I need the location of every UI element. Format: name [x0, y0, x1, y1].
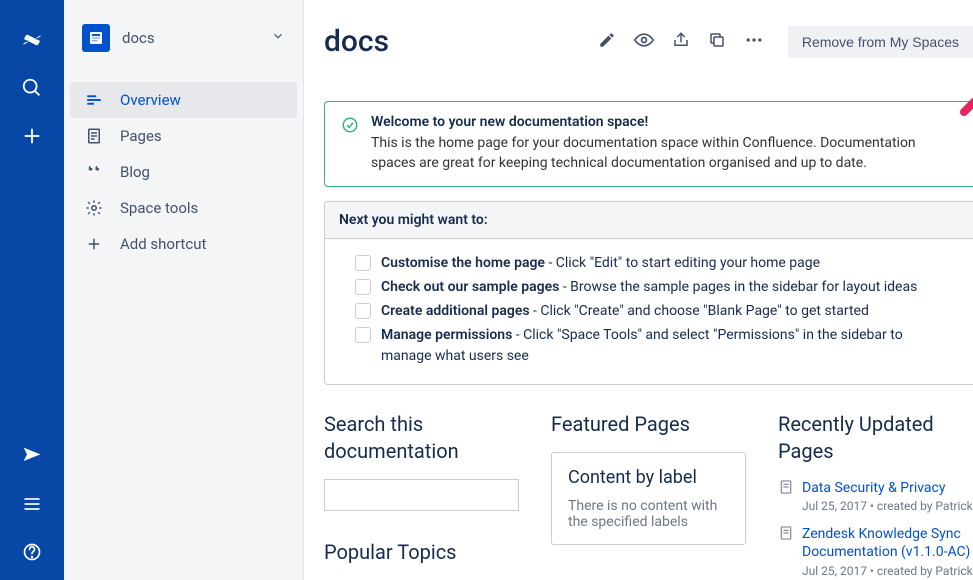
welcome-panel: Welcome to your new documentation space!… [324, 101, 973, 187]
featured-card: Content by label There is no content wit… [551, 452, 746, 545]
help-icon[interactable] [12, 532, 52, 572]
nav-label: Space tools [120, 199, 198, 217]
nav-blog[interactable]: Blog [64, 154, 303, 190]
checkbox[interactable] [355, 327, 371, 343]
featured-card-title: Content by label [568, 467, 729, 488]
space-name: docs [122, 29, 271, 47]
doc-search-input[interactable] [324, 479, 519, 511]
nav-add-shortcut[interactable]: Add shortcut [64, 226, 303, 262]
recent-link[interactable]: Data Security & Privacy [802, 480, 946, 496]
recent-meta: Jul 25, 2017 • created by Patrick [802, 564, 973, 578]
watch-icon[interactable] [634, 30, 654, 54]
pages-icon [82, 127, 106, 145]
nav-label: Pages [120, 127, 162, 145]
feedback-icon[interactable] [12, 436, 52, 476]
checkbox[interactable] [355, 279, 371, 295]
copy-icon[interactable] [708, 31, 726, 53]
confluence-icon[interactable] [12, 20, 52, 60]
nav-label: Overview [120, 91, 181, 109]
page-actions: Remove from My Spaces [598, 26, 973, 58]
featured-column: Featured Pages Content by label There is… [551, 411, 746, 580]
checkbox[interactable] [355, 255, 371, 271]
todo-item: Create additional pages - Click "Create"… [355, 301, 943, 321]
blog-icon [82, 163, 106, 181]
gear-icon [82, 199, 106, 217]
page-title: docs [324, 24, 598, 59]
check-circle-icon [341, 116, 359, 174]
space-sidebar: docs Overview Pages B [64, 0, 304, 580]
add-icon[interactable] [12, 116, 52, 156]
todo-item: Customise the home page - Click "Edit" t… [355, 253, 943, 273]
space-selector[interactable]: docs [64, 16, 303, 60]
space-nav: Overview Pages Blog Space tools [64, 82, 303, 262]
document-icon [778, 525, 794, 577]
more-icon[interactable] [744, 30, 764, 54]
popular-heading: Popular Topics [324, 539, 519, 566]
nav-pages[interactable]: Pages [64, 118, 303, 154]
page-header: docs Remove from My Spaces [324, 24, 973, 59]
remove-from-spaces-button[interactable]: Remove from My Spaces [788, 26, 973, 58]
plus-icon [82, 235, 106, 253]
chevron-down-icon [271, 29, 285, 47]
space-logo-icon [82, 24, 110, 52]
next-steps-panel: Next you might want to: Customise the ho… [324, 201, 973, 385]
recent-meta: Jul 25, 2017 • created by Patrick [802, 499, 973, 513]
edit-icon[interactable] [598, 31, 616, 53]
overview-icon [82, 91, 106, 109]
checkbox[interactable] [355, 303, 371, 319]
welcome-title: Welcome to your new documentation space! [371, 114, 648, 130]
todo-item: Check out our sample pages - Browse the … [355, 277, 943, 297]
search-column: Search this documentation Popular Topics [324, 411, 519, 580]
document-icon [778, 479, 794, 513]
featured-card-body: There is no content with the specified l… [568, 498, 729, 530]
todo-item: Manage permissions - Click "Space Tools"… [355, 325, 943, 366]
search-icon[interactable] [12, 68, 52, 108]
nav-space-tools[interactable]: Space tools [64, 190, 303, 226]
main-content: docs Remove from My Spaces [304, 0, 973, 580]
featured-heading: Featured Pages [551, 411, 746, 438]
recent-item: Zendesk Knowledge Sync Documentation (v1… [778, 525, 973, 577]
nav-overview[interactable]: Overview [70, 82, 297, 118]
search-heading: Search this documentation [324, 411, 519, 465]
recent-heading: Recently Updated Pages [778, 411, 973, 465]
welcome-text: This is the home page for your documenta… [371, 133, 957, 174]
global-rail [0, 0, 64, 580]
nav-label: Add shortcut [120, 235, 206, 253]
recent-column: Recently Updated Pages Data Security & P… [778, 411, 973, 580]
share-icon[interactable] [672, 31, 690, 53]
recent-link[interactable]: Zendesk Knowledge Sync Documentation (v1… [802, 526, 970, 560]
menu-icon[interactable] [12, 484, 52, 524]
next-steps-header: Next you might want to: [325, 202, 973, 239]
nav-label: Blog [120, 163, 150, 181]
recent-item: Data Security & Privacy Jul 25, 2017 • c… [778, 479, 973, 513]
